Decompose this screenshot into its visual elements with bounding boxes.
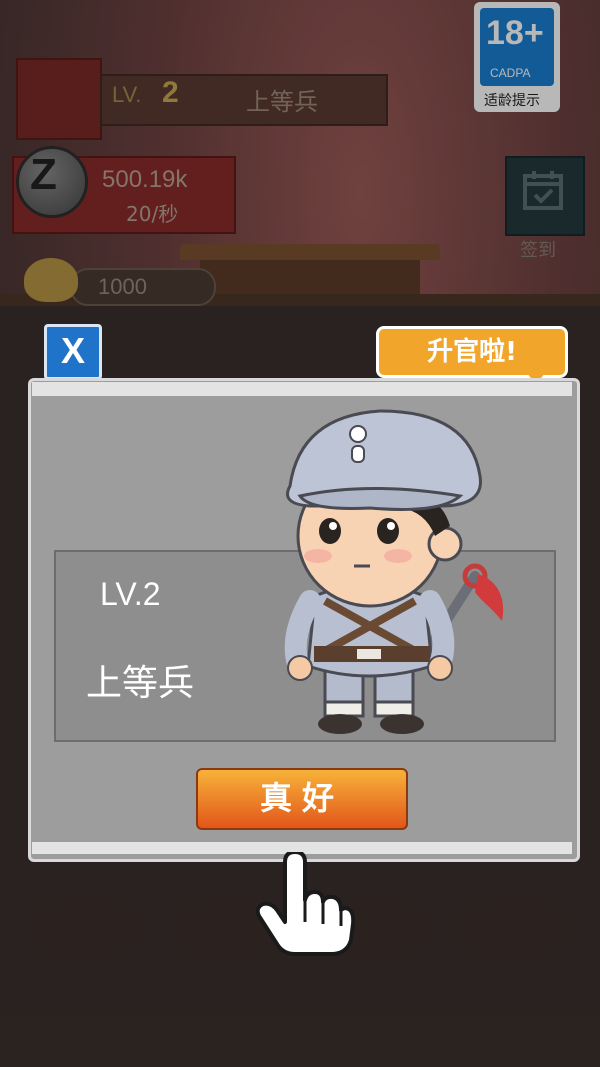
- new-level: LV.2: [100, 576, 161, 612]
- soldier-character: [270, 396, 520, 750]
- dialog-top-rim: [32, 382, 572, 396]
- slot-1[interactable]: [26, 894, 144, 962]
- new-rank: 上等兵: [86, 663, 195, 704]
- promotion-bubble: 升官啦!: [376, 326, 568, 378]
- hand-pointer-icon: [255, 850, 356, 961]
- close-button[interactable]: X: [44, 324, 102, 380]
- confirm-button[interactable]: 真好: [196, 768, 408, 830]
- slot-4[interactable]: [456, 894, 574, 962]
